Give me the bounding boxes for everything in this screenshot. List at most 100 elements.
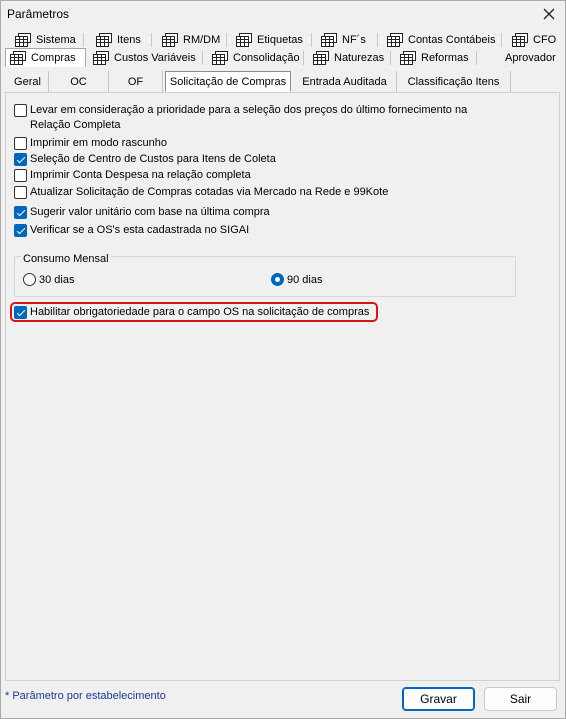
tab-consolidacao[interactable]: Consolidação [208, 48, 304, 67]
radio-button[interactable] [23, 273, 36, 286]
option-conta-despesa[interactable]: Imprimir Conta Despesa na relação comple… [14, 168, 251, 183]
checkbox[interactable] [14, 169, 27, 182]
table-icon [15, 32, 31, 47]
option-verificar-os[interactable]: Verificar se a OS's esta cadastrada no S… [14, 223, 249, 238]
tab-reformas[interactable]: Reformas [396, 48, 476, 67]
tab-label: Sistema [36, 33, 76, 46]
table-icon [387, 32, 403, 47]
option-label: Sugerir valor unitário com base na últim… [30, 206, 270, 218]
close-button[interactable] [535, 3, 563, 25]
subtab-label: Entrada Auditada [302, 75, 387, 88]
table-icon [96, 32, 112, 47]
tab-label: CFO [533, 33, 557, 46]
subtab-label: Geral [14, 75, 41, 88]
table-icon [212, 50, 228, 65]
checkbox[interactable] [14, 104, 27, 117]
tab-label: Etiquetas [257, 33, 303, 46]
checkbox-checked[interactable] [14, 224, 27, 237]
tab-etiquetas[interactable]: Etiquetas [232, 30, 312, 49]
tab-row-2: Compras Custos Variáveis Consolidação Na… [1, 48, 565, 67]
tab-label: Consolidação [233, 51, 300, 64]
option-label: Seleção de Centro de Custos para Itens d… [30, 153, 276, 165]
radio-30-dias[interactable]: 30 dias [23, 273, 74, 286]
table-icon [400, 50, 416, 65]
option-centro-custos[interactable]: Seleção de Centro de Custos para Itens d… [14, 152, 276, 167]
subtab-solicitacao-compras[interactable]: Solicitação de Compras [165, 71, 291, 92]
checkbox[interactable] [14, 137, 27, 150]
subtab-entrada-auditada[interactable]: Entrada Auditada [293, 71, 397, 92]
option-modo-rascunho[interactable]: Imprimir em modo rascunho [14, 136, 167, 151]
option-prioridade-precos[interactable]: Levar em consideração a prioridade para … [14, 103, 467, 133]
radio-button-selected[interactable] [271, 273, 284, 286]
tab-separator [311, 33, 312, 47]
title-bar: Parâmetros [1, 1, 565, 27]
tab-separator [151, 33, 152, 47]
subtab-label: OC [70, 75, 87, 88]
subtab-label: Classificação Itens [407, 75, 500, 88]
tab-label: NF´s [342, 33, 366, 46]
subtab-label: OF [127, 75, 144, 88]
tab-sistema[interactable]: Sistema [11, 30, 83, 49]
checkbox[interactable] [14, 186, 27, 199]
tab-separator [390, 51, 391, 65]
tab-separator [202, 51, 203, 65]
tab-naturezas[interactable]: Naturezas [309, 48, 390, 67]
tab-compras[interactable]: Compras [5, 48, 86, 67]
tab-custos-variaveis[interactable]: Custos Variáveis [89, 48, 202, 67]
tab-label: Itens [117, 33, 141, 46]
option-sugerir-valor[interactable]: Sugerir valor unitário com base na últim… [14, 205, 270, 220]
subtab-label: Solicitação de Compras [169, 75, 287, 88]
tab-label: Custos Variáveis [114, 51, 196, 64]
window-title: Parâmetros [7, 7, 70, 21]
table-icon [236, 32, 252, 47]
tab-label: Compras [31, 52, 76, 64]
parametros-window: Parâmetros Sistema Itens RM/DM Etiquetas [0, 0, 566, 719]
checkbox-checked[interactable] [14, 206, 27, 219]
tab-nfs[interactable]: NF´s [317, 30, 379, 49]
tab-separator [476, 51, 477, 65]
table-icon [10, 51, 26, 65]
gravar-button[interactable]: Gravar [402, 687, 475, 711]
subtab-of[interactable]: OF [109, 71, 163, 92]
tab-itens[interactable]: Itens [92, 30, 150, 49]
table-icon [512, 32, 528, 47]
option-label: Imprimir em modo rascunho [30, 137, 167, 149]
checkbox-checked[interactable] [14, 153, 27, 166]
tab-separator [377, 33, 378, 47]
option-atualizar-solicitacao[interactable]: Atualizar Solicitação de Compras cotadas… [14, 185, 388, 200]
tab-label: Aprovador [505, 51, 556, 64]
option-label: Verificar se a OS's esta cadastrada no S… [30, 224, 250, 236]
group-title: Consumo Mensal [21, 253, 111, 265]
close-icon [543, 8, 555, 20]
table-icon [321, 32, 337, 47]
consumo-mensal-group: Consumo Mensal 30 dias 90 dias [14, 253, 516, 297]
table-icon [93, 50, 109, 65]
radio-90-dias[interactable]: 90 dias [271, 273, 322, 286]
solicitacao-panel: Levar em consideração a prioridade para … [5, 92, 560, 681]
option-label: Levar em consideração a prioridade para … [30, 104, 468, 116]
subtab-classificacao-itens[interactable]: Classificação Itens [397, 71, 511, 92]
tab-aprovador[interactable]: Aprovador [501, 48, 563, 67]
radio-label: 30 dias [39, 273, 75, 286]
tab-separator [226, 33, 227, 47]
tab-separator [501, 33, 502, 47]
option-label: Imprimir Conta Despesa na relação comple… [30, 169, 251, 181]
tab-rmdm[interactable]: RM/DM [158, 30, 226, 49]
tab-label: RM/DM [183, 33, 221, 46]
subtab-geral[interactable]: Geral [7, 71, 49, 92]
checkbox-checked[interactable] [14, 306, 27, 319]
option-label: Atualizar Solicitação de Compras cotadas… [30, 186, 389, 198]
tab-separator [303, 51, 304, 65]
sair-button[interactable]: Sair [484, 687, 557, 711]
option-label: Habilitar obrigatoriedade para o campo O… [30, 306, 370, 318]
option-habilitar-os[interactable]: Habilitar obrigatoriedade para o campo O… [14, 305, 369, 320]
footer-note: * Parâmetro por estabelecimento [5, 690, 166, 702]
radio-label: 90 dias [287, 273, 323, 286]
option-label-cont: Relação Completa [30, 119, 121, 131]
table-icon [313, 50, 329, 65]
tab-cfo[interactable]: CFO [508, 30, 560, 49]
tab-label: Reformas [421, 51, 469, 64]
tab-label: Contas Contábeis [408, 33, 496, 46]
tab-contas-contabeis[interactable]: Contas Contábeis [383, 30, 501, 49]
subtab-oc[interactable]: OC [49, 71, 109, 92]
